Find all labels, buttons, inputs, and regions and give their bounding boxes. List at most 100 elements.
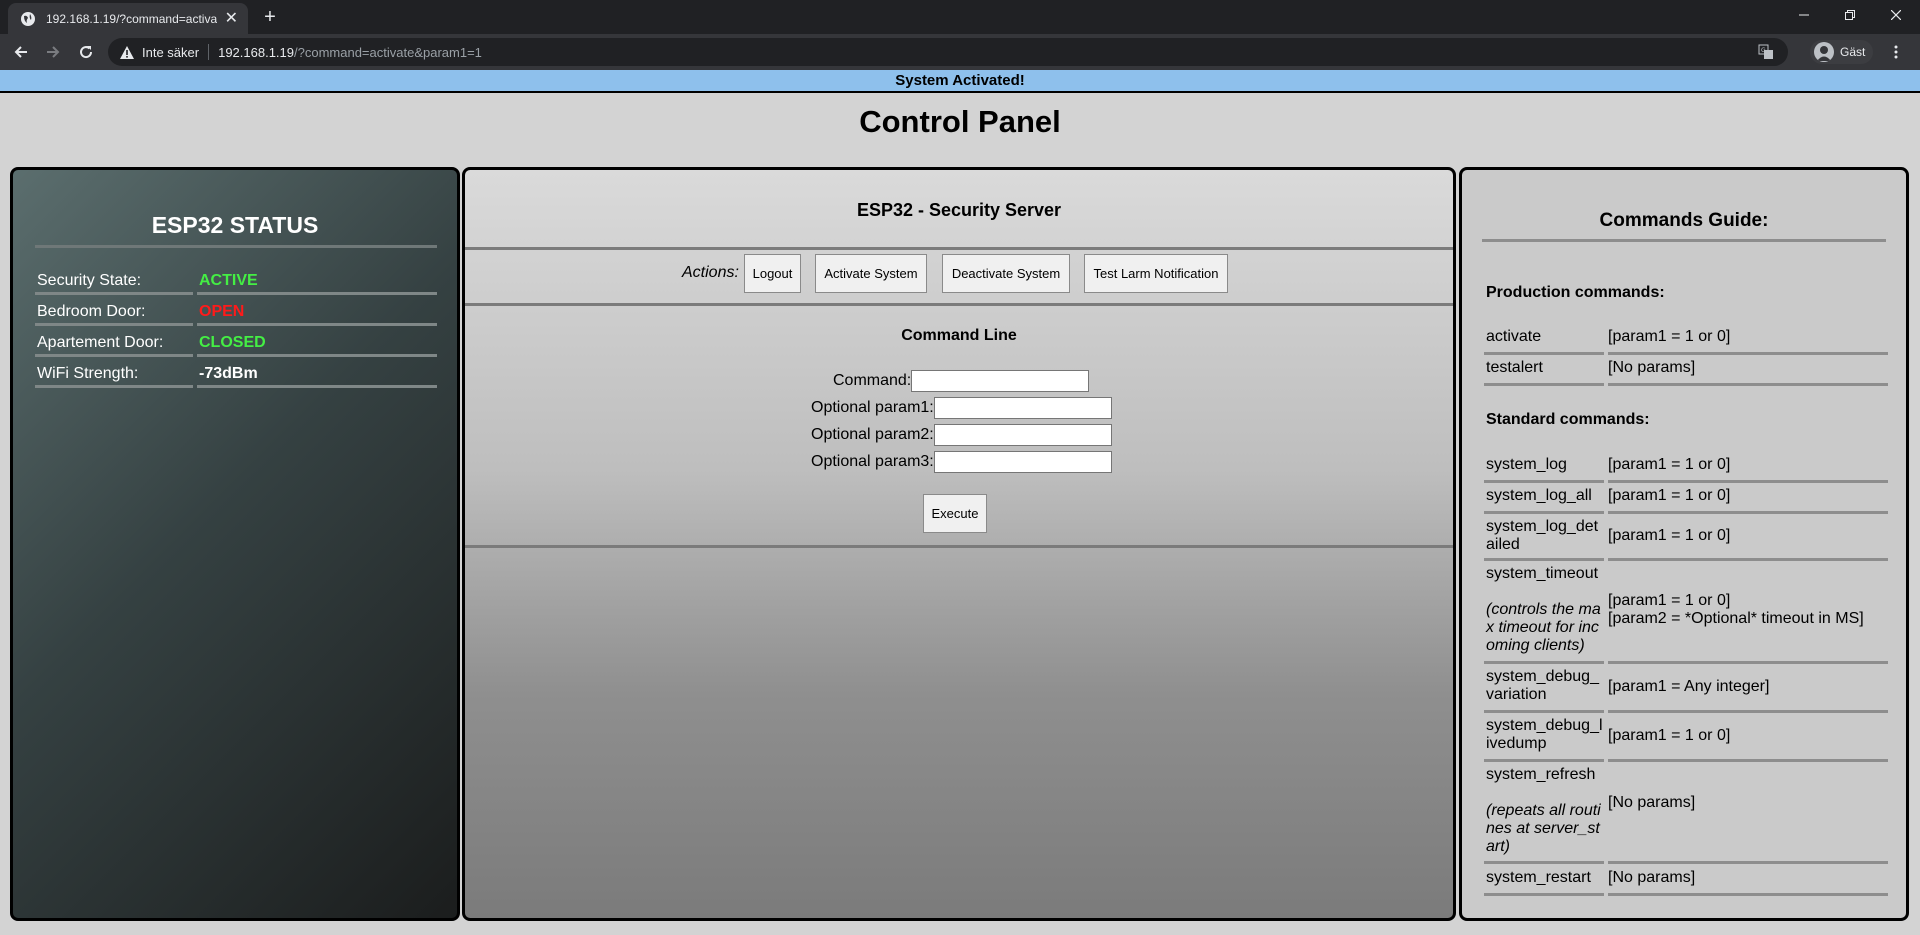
profile-button[interactable]: Gäst xyxy=(1810,40,1874,64)
status-label: Apartement Door: xyxy=(37,334,164,351)
menu-dots-icon[interactable] xyxy=(1888,44,1904,60)
status-label: Security State: xyxy=(37,272,142,289)
command-params-line: [param1 = 1 or 0] xyxy=(1608,592,1731,609)
activate-system-button[interactable]: Activate System xyxy=(815,254,927,293)
guide-divider xyxy=(1482,239,1886,242)
status-label: WiFi Strength: xyxy=(37,365,139,382)
server-divider xyxy=(465,303,1453,306)
test-larm-notification-button[interactable]: Test Larm Notification xyxy=(1084,254,1228,293)
param2-row: Optional param2: xyxy=(811,424,1112,446)
param3-row: Optional param3: xyxy=(811,451,1112,473)
actions-label: Actions: xyxy=(682,264,739,281)
browser-tab[interactable]: 192.168.1.19/?command=activate&param1=1 … xyxy=(8,3,248,34)
address-bar[interactable]: Inte säker 192.168.1.19 /?command=activa… xyxy=(108,38,1788,66)
command-line-title: Command Line xyxy=(901,327,1017,344)
status-row: Bedroom Door: OPEN xyxy=(35,295,437,326)
server-panel-title: ESP32 - Security Server xyxy=(856,200,1062,220)
server-panel: ESP32 - Security Server Actions: Logout … xyxy=(462,167,1456,921)
globe-icon xyxy=(20,11,36,27)
command-params: [No params] xyxy=(1608,869,1696,886)
standard-heading: Standard commands: xyxy=(1486,411,1650,428)
status-row: WiFi Strength: -73dBm xyxy=(35,357,437,388)
page-title: Control Panel xyxy=(859,104,1061,139)
command-label: Command: xyxy=(833,372,912,389)
command-row: Command: xyxy=(833,370,1090,392)
status-panel: ESP32 STATUS Security State: ACTIVE Bedr… xyxy=(10,167,460,921)
deactivate-system-button[interactable]: Deactivate System xyxy=(942,254,1070,293)
command-row: testalert [No params] xyxy=(1484,357,1888,386)
command-row: system_log_all [param1 = 1 or 0] xyxy=(1484,485,1888,514)
tab-title: 192.168.1.19/?command=activate&param1=1 xyxy=(46,11,217,26)
status-value: OPEN xyxy=(199,303,245,320)
browser-toolbar: Inte säker 192.168.1.19 /?command=activa… xyxy=(0,34,1920,70)
forward-arrow-icon[interactable] xyxy=(41,40,65,64)
status-label: Bedroom Door: xyxy=(37,303,146,320)
command-name: system_log_detailed xyxy=(1486,518,1599,553)
production-heading: Production commands: xyxy=(1486,284,1665,301)
command-params-line: [param2 = *Optional* timeout in MS] xyxy=(1608,610,1864,627)
command-params: [param1 = 1 or 0] xyxy=(1608,527,1731,544)
restore-icon[interactable] xyxy=(1827,0,1873,30)
reload-icon[interactable] xyxy=(74,40,98,64)
command-name: system_timeout xyxy=(1486,565,1599,582)
minimize-icon[interactable] xyxy=(1781,0,1827,30)
command-row: system_refresh (repeats all routines at … xyxy=(1484,764,1888,864)
command-params: [param1 = 1 or 0] xyxy=(1608,487,1731,504)
translate-icon[interactable]: G xyxy=(1758,44,1774,63)
command-row: system_restart [No params] xyxy=(1484,866,1888,896)
svg-text:G: G xyxy=(1761,47,1766,54)
server-divider xyxy=(465,247,1453,250)
command-row: system_debug_variation [param1 = Any int… xyxy=(1484,666,1888,713)
logout-button[interactable]: Logout xyxy=(744,254,801,293)
command-name: system_debug_variation xyxy=(1486,668,1599,703)
address-host: 192.168.1.19 xyxy=(218,44,294,60)
command-row: system_log [param1 = 1 or 0] xyxy=(1484,454,1888,483)
status-row: Security State: ACTIVE xyxy=(35,264,437,295)
command-name: testalert xyxy=(1486,359,1543,376)
execute-button[interactable]: Execute xyxy=(923,494,987,533)
command-input[interactable] xyxy=(911,370,1090,392)
close-window-icon[interactable] xyxy=(1873,0,1919,30)
command-name-block: system_timeout (controls the max timeout… xyxy=(1486,565,1604,655)
status-banner: System Activated! xyxy=(0,70,1920,93)
command-params: [param1 = 1 or 0] xyxy=(1608,727,1731,744)
server-divider xyxy=(465,545,1453,548)
param1-row: Optional param1: xyxy=(811,397,1112,419)
param1-input[interactable] xyxy=(933,397,1112,419)
command-note: (controls the max timeout for incoming c… xyxy=(1486,601,1601,654)
status-value: ACTIVE xyxy=(199,272,258,289)
command-params: [param1 = Any integer] xyxy=(1608,678,1770,695)
param3-label: Optional param3: xyxy=(811,453,934,470)
new-tab-icon[interactable]: + xyxy=(258,5,282,29)
tab-close-icon[interactable]: ✕ xyxy=(225,10,238,27)
command-name: system_refresh xyxy=(1486,766,1596,783)
browser-tab-strip: 192.168.1.19/?command=activate&param1=1 … xyxy=(0,0,1920,34)
commands-guide-panel: Commands Guide: Production commands: act… xyxy=(1459,167,1909,921)
command-row: system_timeout (controls the max timeout… xyxy=(1484,563,1888,664)
param2-label: Optional param2: xyxy=(811,426,934,443)
status-divider xyxy=(35,245,437,248)
address-path: /?command=activate&param1=1 xyxy=(294,44,482,60)
command-note: (repeats all routines at server_start) xyxy=(1486,802,1601,855)
command-row: system_debug_livedump [param1 = 1 or 0] xyxy=(1484,715,1888,762)
command-params: [No params] xyxy=(1608,359,1696,376)
command-params: [param1 = 1 or 0] xyxy=(1608,456,1731,473)
back-arrow-icon[interactable] xyxy=(9,40,33,64)
status-value: CLOSED xyxy=(199,334,266,351)
command-name: system_restart xyxy=(1486,869,1591,886)
command-name: system_debug_livedump xyxy=(1486,717,1603,752)
param3-input[interactable] xyxy=(933,451,1112,473)
command-params: [No params] xyxy=(1608,794,1696,811)
status-value: -73dBm xyxy=(199,365,258,382)
command-row: activate [param1 = 1 or 0] xyxy=(1484,326,1888,355)
command-row: system_log_detailed [param1 = 1 or 0] xyxy=(1484,516,1888,561)
command-name: system_log_all xyxy=(1486,487,1592,504)
command-name: system_log xyxy=(1486,456,1567,473)
command-params: [param1 = 1 or 0] xyxy=(1608,328,1731,345)
command-name-block: system_refresh (repeats all routines at … xyxy=(1486,766,1604,856)
avatar-icon xyxy=(1814,42,1834,62)
status-row: Apartement Door: CLOSED xyxy=(35,326,437,357)
profile-label: Gäst xyxy=(1840,45,1866,59)
warning-icon[interactable] xyxy=(120,45,134,59)
param2-input[interactable] xyxy=(933,424,1112,446)
